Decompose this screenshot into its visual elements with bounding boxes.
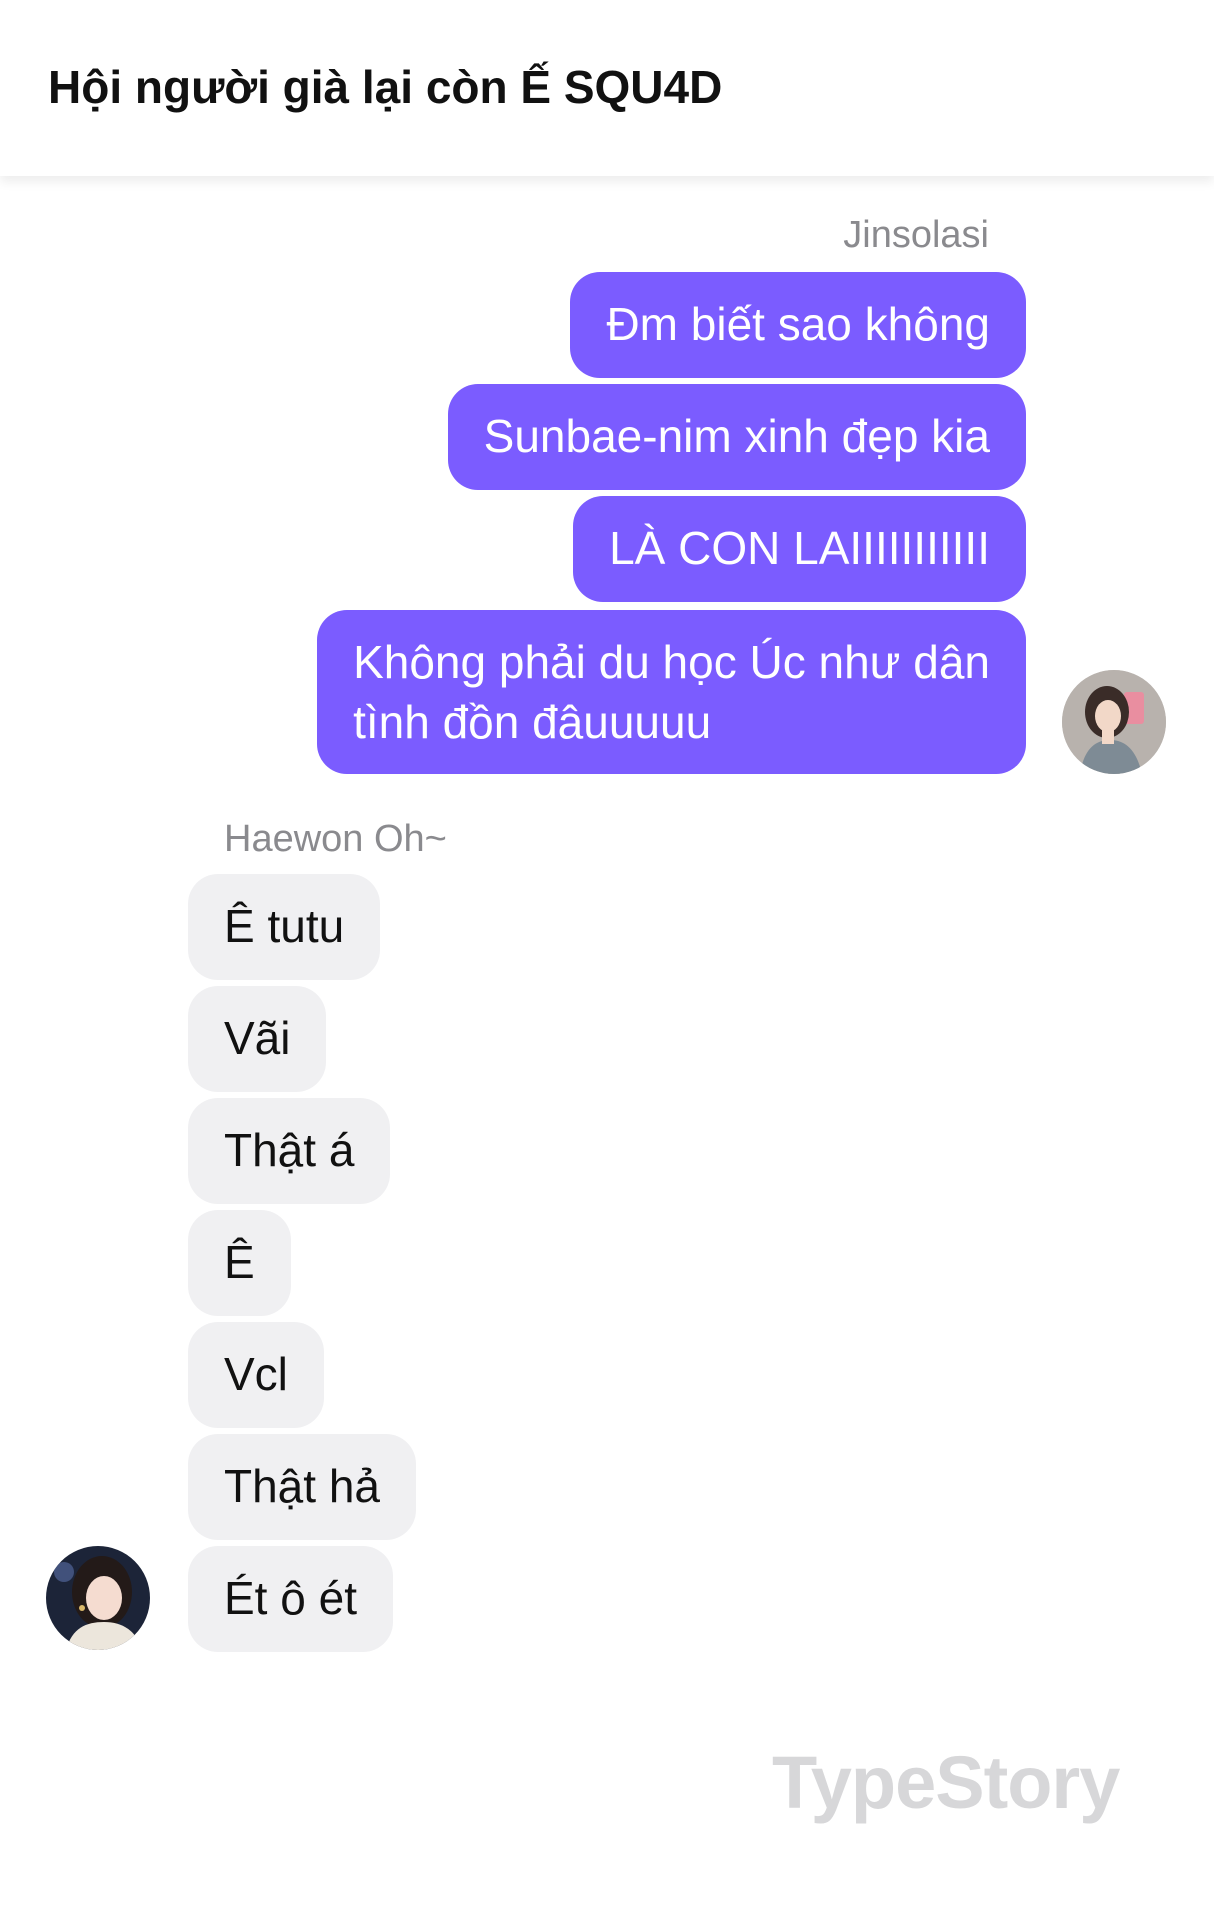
- message-bubble-outgoing[interactable]: Sunbae-nim xinh đẹp kia: [447, 384, 1026, 490]
- message-text: Sunbae-nim xinh đẹp kia: [483, 410, 990, 462]
- message-bubble-incoming[interactable]: Thật hả: [188, 1434, 416, 1540]
- message-bubble-outgoing[interactable]: LÀ CON LAIIIIIIIIIII: [573, 496, 1026, 602]
- message-bubble-outgoing[interactable]: Đm biết sao không: [570, 272, 1026, 378]
- message-bubble-incoming[interactable]: Ê: [188, 1210, 291, 1316]
- sender-name-jinsolasi: Jinsolasi: [843, 214, 989, 256]
- message-text: Thật hả: [224, 1460, 380, 1512]
- message-text: Ê: [224, 1236, 255, 1288]
- message-text: Đm biết sao không: [606, 298, 990, 350]
- message-bubble-outgoing[interactable]: Không phải du học Úc như dân tình đồn đâ…: [317, 610, 1026, 774]
- message-bubble-incoming[interactable]: Ê tutu: [188, 874, 381, 980]
- sender-name-haewon: Haewon Oh~: [224, 818, 447, 860]
- message-bubble-incoming[interactable]: Ét ô ét: [188, 1546, 393, 1652]
- message-text: Vcl: [224, 1348, 288, 1400]
- avatar-haewon[interactable]: [46, 1546, 150, 1650]
- message-text: tình đồn đâuuuuu: [353, 696, 712, 748]
- message-text: Vãi: [224, 1012, 291, 1064]
- message-text: Ét ô ét: [224, 1572, 357, 1624]
- message-text: Không phải du học Úc như dân: [353, 636, 990, 688]
- chat-title: Hội người già lại còn Ế SQU4D: [48, 61, 723, 113]
- avatar-jinsolasi[interactable]: [1062, 670, 1166, 774]
- typestory-watermark: TypeStory: [772, 1741, 1120, 1824]
- message-text: Ê tutu: [224, 900, 345, 952]
- message-text: LÀ CON LAIIIIIIIIIII: [609, 522, 990, 574]
- avatar-photo-icon: [46, 1546, 150, 1650]
- message-bubble-incoming[interactable]: Vcl: [188, 1322, 324, 1428]
- chat-header: Hội người già lại còn Ế SQU4D: [0, 0, 1214, 176]
- message-text: Thật á: [224, 1124, 355, 1176]
- message-bubble-incoming[interactable]: Thật á: [188, 1098, 391, 1204]
- avatar-photo-icon: [1062, 670, 1166, 774]
- message-bubble-incoming[interactable]: Vãi: [188, 986, 327, 1092]
